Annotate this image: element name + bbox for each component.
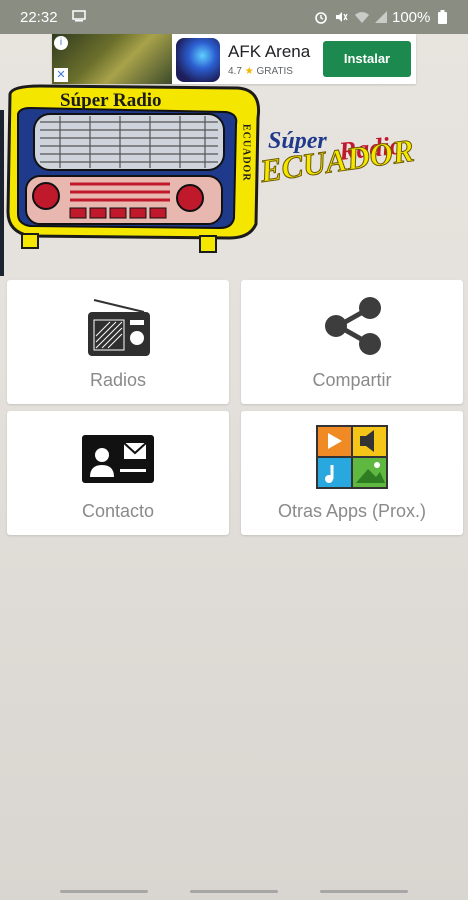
media-apps-icon: [316, 425, 388, 489]
menu-tile-otras-apps[interactable]: Otras Apps (Prox.): [241, 411, 463, 535]
status-bar: 22:32 100%: [0, 0, 468, 34]
menu-label-contacto: Contacto: [81, 501, 155, 521]
system-nav-bar: [0, 884, 468, 900]
menu-tile-radios[interactable]: Radios: [7, 280, 229, 404]
nav-home-button[interactable]: [190, 890, 278, 893]
ad-banner[interactable]: i ✕ AFK Arena 4.7 ★ GRATIS Instalar: [52, 34, 416, 84]
menu-tile-compartir[interactable]: Compartir: [241, 280, 463, 404]
ad-app-name[interactable]: AFK Arena: [228, 42, 310, 62]
radio-logo-illustration: Súper Radio ECUADOR Súper Radio ECUADOR: [6, 84, 417, 253]
ad-price: GRATIS: [256, 66, 293, 77]
ad-rating: 4.7: [228, 66, 242, 77]
contact-card-icon: [82, 425, 154, 489]
wifi-icon: [354, 10, 370, 27]
cast-icon: [72, 10, 86, 25]
battery-icon: [438, 10, 447, 27]
ad-choices-icon[interactable]: i: [54, 36, 68, 50]
battery-percentage: 100%: [392, 9, 431, 26]
ad-rating-line: 4.7 ★ GRATIS: [228, 66, 293, 77]
menu-label-radios: Radios: [89, 370, 147, 390]
mute-icon: [334, 10, 348, 27]
ad-app-icon[interactable]: [176, 38, 220, 82]
radio-top-text: Súper Radio: [60, 90, 162, 111]
ad-install-button[interactable]: Instalar: [323, 41, 411, 77]
app-logo: Súper Radio ECUADOR Súper Radio ECUADOR: [0, 84, 468, 274]
menu-label-compartir: Compartir: [312, 370, 392, 390]
ad-game-artwork[interactable]: i ✕: [52, 34, 172, 84]
menu-label-otras-apps: Otras Apps (Prox.): [277, 501, 427, 521]
share-icon: [316, 294, 388, 358]
nav-recents-button[interactable]: [60, 890, 148, 893]
menu-tile-contacto[interactable]: Contacto: [7, 411, 229, 535]
signal-icon: [374, 10, 388, 27]
radio-side-text: ECUADOR: [241, 124, 252, 182]
status-time: 22:32: [20, 9, 58, 26]
star-icon: ★: [244, 66, 254, 77]
ad-close-icon[interactable]: ✕: [54, 68, 68, 82]
alarm-icon: [314, 10, 328, 27]
radio-icon: [82, 294, 154, 358]
nav-back-button[interactable]: [320, 890, 408, 893]
